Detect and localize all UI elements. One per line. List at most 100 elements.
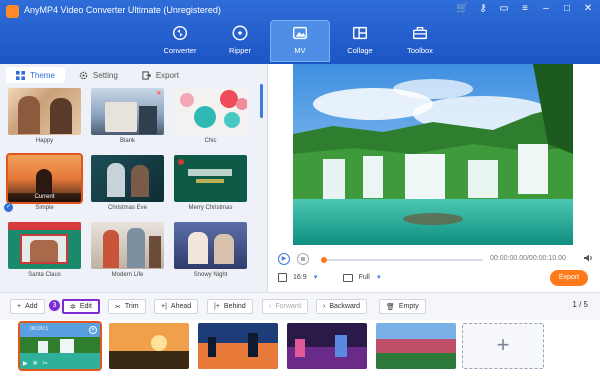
app-title: AnyMP4 Video Converter Ultimate (Unregis… xyxy=(24,5,221,15)
nav-converter[interactable]: Converter xyxy=(150,20,210,62)
theme-modern-life[interactable]: Modern Life xyxy=(91,222,164,278)
add-clip-button[interactable]: + xyxy=(462,323,544,369)
clip-strip: 00:00:1 ✕ ▶ ✲ ✂ + xyxy=(0,320,600,391)
wand-icon: ✲ xyxy=(70,303,76,311)
chevron-left-icon: ‹ xyxy=(269,303,272,310)
close-icon[interactable]: ✕ xyxy=(89,326,97,334)
clip-thumbnail xyxy=(109,323,189,369)
theme-santa-claus[interactable]: Santa Claus xyxy=(8,222,81,278)
check-icon: ✓ xyxy=(4,203,13,212)
ratio-value[interactable]: 16:9 xyxy=(293,274,307,281)
close-icon[interactable]: ✕ xyxy=(582,3,594,14)
theme-happy[interactable]: Happy xyxy=(8,88,81,144)
key-icon[interactable]: ⚷ xyxy=(477,3,489,14)
clip-tools: ▶ ✲ ✂ xyxy=(23,360,48,367)
theme-thumbnail xyxy=(174,222,247,269)
play-icon[interactable]: ▶ xyxy=(23,360,28,367)
export-icon xyxy=(142,70,151,80)
window-controls: 🛒 ⚷ ▭ ≡ – □ ✕ xyxy=(456,3,594,14)
stop-button[interactable] xyxy=(297,253,309,265)
minimize-icon[interactable]: – xyxy=(540,3,552,14)
gear-icon xyxy=(79,71,88,79)
add-button[interactable]: + Add xyxy=(10,299,45,314)
tab-theme[interactable]: Theme xyxy=(6,67,65,83)
theme-snowy-night[interactable]: Snowy Night xyxy=(174,222,247,278)
nav-mv[interactable]: MV xyxy=(270,20,330,62)
clip-item[interactable] xyxy=(109,323,189,369)
tab-export[interactable]: Export xyxy=(132,67,189,83)
trim-button[interactable]: ✂ Trim xyxy=(108,299,146,314)
clip-item[interactable]: 00:00:1 ✕ ▶ ✲ ✂ xyxy=(18,321,102,371)
theme-label: Modern Life xyxy=(111,272,144,278)
disc-icon xyxy=(232,25,248,41)
volume-icon[interactable] xyxy=(583,253,593,263)
theme-simple[interactable]: Current ✓ Simple xyxy=(4,153,83,212)
toolbox-icon xyxy=(412,26,428,40)
nav-ripper-label: Ripper xyxy=(228,46,252,55)
theme-thumbnail: ★ xyxy=(91,88,164,135)
subtabs: Theme Setting Export xyxy=(6,67,189,83)
ahead-button[interactable]: +| Ahead xyxy=(154,299,199,314)
clip-item[interactable] xyxy=(376,323,456,369)
chat-icon[interactable]: ▭ xyxy=(498,3,510,14)
behind-label: Behind xyxy=(223,303,246,310)
chevron-down-icon[interactable]: ▼ xyxy=(376,275,382,281)
forward-button[interactable]: ‹ Forward xyxy=(262,299,309,314)
monitor-icon xyxy=(342,273,353,282)
nav-ripper[interactable]: Ripper xyxy=(210,20,270,62)
theme-thumbnail xyxy=(174,155,247,202)
aspect-row: 16:9 ▼ Full ▼ xyxy=(278,273,382,282)
collage-icon xyxy=(352,26,368,40)
theme-label: Merry Christmas xyxy=(188,205,233,211)
theme-thumbnail xyxy=(8,88,81,135)
nav-toolbox-label: Toolbox xyxy=(407,46,433,55)
edit-button[interactable]: ✲ Edit xyxy=(62,299,100,314)
page-indicator: 1 / 5 xyxy=(572,300,588,309)
maximize-icon[interactable]: □ xyxy=(561,3,573,14)
empty-button[interactable]: 🗑 Empty xyxy=(379,299,426,314)
play-button[interactable]: ▶ xyxy=(278,253,290,265)
nav-collage-label: Collage xyxy=(347,46,373,55)
theme-chic[interactable]: Chic xyxy=(174,88,247,144)
behind-button[interactable]: |+ Behind xyxy=(207,299,253,314)
ahead-label: Ahead xyxy=(170,303,192,310)
trim-label: Trim xyxy=(124,303,139,310)
theme-panel: Theme Setting Export Happy ★ Blank Chic … xyxy=(0,64,268,292)
scissors-icon[interactable]: ✂ xyxy=(43,360,48,367)
video-preview xyxy=(293,64,573,245)
backward-button[interactable]: › Backward xyxy=(316,299,368,314)
nav-toolbox[interactable]: Toolbox xyxy=(390,20,450,62)
export-button[interactable]: Export xyxy=(550,270,588,286)
cart-icon[interactable]: 🛒 xyxy=(456,3,468,14)
title-bar: AnyMP4 Video Converter Ultimate (Unregis… xyxy=(0,0,600,64)
chevron-right-icon: › xyxy=(323,303,326,310)
plus-bar-icon: +| xyxy=(161,303,167,310)
menu-icon[interactable]: ≡ xyxy=(519,3,531,14)
clip-item[interactable] xyxy=(287,323,367,369)
tab-setting[interactable]: Setting xyxy=(69,67,128,83)
ratio-icon xyxy=(278,273,287,282)
wand-icon[interactable]: ✲ xyxy=(33,360,38,367)
theme-merry-christmas[interactable]: Merry Christmas xyxy=(174,155,247,211)
progress-handle[interactable] xyxy=(321,257,327,263)
backward-label: Backward xyxy=(329,303,361,310)
scrollbar[interactable] xyxy=(260,84,263,118)
chevron-down-icon[interactable]: ▼ xyxy=(313,275,319,281)
theme-label: Santa Claus xyxy=(28,272,61,278)
tab-setting-label: Setting xyxy=(92,70,118,80)
theme-christmas-eve[interactable]: Christmas Eve xyxy=(91,155,164,211)
clip-item[interactable] xyxy=(198,323,278,369)
progress-track[interactable] xyxy=(321,257,483,263)
preview-image xyxy=(293,64,573,245)
theme-blank[interactable]: ★ Blank xyxy=(91,88,164,144)
star-icon: ★ xyxy=(155,90,162,97)
forward-label: Forward xyxy=(275,303,302,310)
mode-value[interactable]: Full xyxy=(359,274,370,281)
main-nav: Converter Ripper MV Collage Toolbox xyxy=(150,20,450,62)
app-logo xyxy=(6,5,19,18)
theme-thumbnail xyxy=(91,155,164,202)
clip-thumbnail xyxy=(198,323,278,369)
nav-collage[interactable]: Collage xyxy=(330,20,390,62)
player-controls: ▶ 00:00:00.00/00:00:10.00 16:9 ▼ Full ▼ … xyxy=(268,245,600,292)
current-tag: Current xyxy=(8,193,81,202)
